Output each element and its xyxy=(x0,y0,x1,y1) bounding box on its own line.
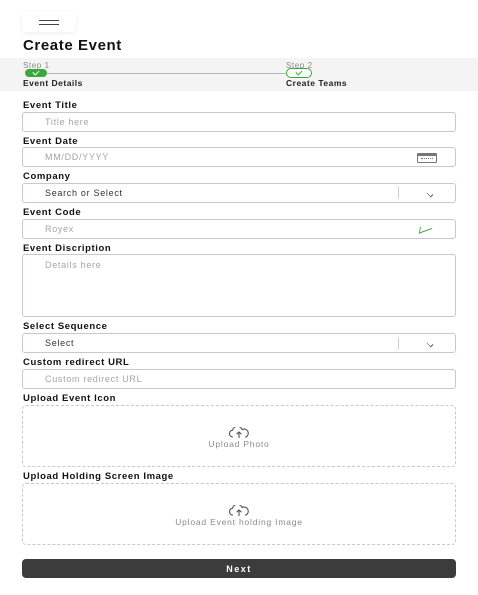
check-icon xyxy=(418,222,434,234)
custom-redirect-url-input[interactable] xyxy=(22,369,456,389)
page-title: Create Event xyxy=(23,37,122,54)
event-title-input[interactable] xyxy=(22,112,456,132)
event-code-placeholder: Royex xyxy=(45,224,75,234)
company-select[interactable]: Search or Select xyxy=(22,183,456,203)
step-2-label[interactable]: Create Teams xyxy=(286,78,347,88)
stepper: Step 1 Step 2 Event Details Create Teams xyxy=(0,58,478,91)
chevron-down-icon[interactable] xyxy=(426,190,434,198)
select-divider xyxy=(398,187,399,199)
hamburger-icon xyxy=(39,19,59,25)
next-button[interactable]: Next xyxy=(22,559,456,578)
chevron-down-icon[interactable] xyxy=(426,340,434,348)
event-date-input[interactable]: MM/DD/YYYY xyxy=(22,147,456,167)
step-1-complete-icon xyxy=(25,69,47,77)
event-title-label: Event Title xyxy=(23,100,78,111)
event-date-label: Event Date xyxy=(23,136,79,147)
menu-button[interactable] xyxy=(22,12,76,32)
upload-event-icon-dropzone[interactable]: Upload Photo xyxy=(22,405,456,467)
sequence-select[interactable]: Select xyxy=(22,333,456,353)
calendar-icon[interactable] xyxy=(417,153,437,163)
upload-holding-image-label: Upload Holding Screen Image xyxy=(23,471,174,482)
step-1-label[interactable]: Event Details xyxy=(23,78,83,88)
select-divider xyxy=(398,337,399,349)
event-code-label: Event Code xyxy=(23,207,82,218)
event-code-input[interactable]: Royex xyxy=(22,219,456,239)
event-description-textarea[interactable] xyxy=(22,254,456,317)
company-label: Company xyxy=(23,171,71,182)
cloud-upload-icon xyxy=(229,427,249,438)
upload-photo-label: Upload Photo xyxy=(208,439,270,449)
upload-holding-image-dropzone[interactable]: Upload Event holding Image xyxy=(22,483,456,545)
event-description-label: Event Discription xyxy=(23,243,112,254)
step-2-indicator-icon xyxy=(286,68,312,78)
select-sequence-label: Select Sequence xyxy=(23,321,108,332)
event-date-placeholder: MM/DD/YYYY xyxy=(45,152,110,162)
sequence-select-value: Select xyxy=(45,338,75,348)
cloud-upload-icon xyxy=(229,505,249,516)
upload-holding-image-text: Upload Event holding Image xyxy=(175,517,303,527)
step-connector xyxy=(47,73,287,74)
upload-event-icon-label: Upload Event Icon xyxy=(23,393,117,404)
custom-redirect-url-label: Custom redirect URL xyxy=(23,357,130,368)
company-select-value: Search or Select xyxy=(45,188,123,198)
